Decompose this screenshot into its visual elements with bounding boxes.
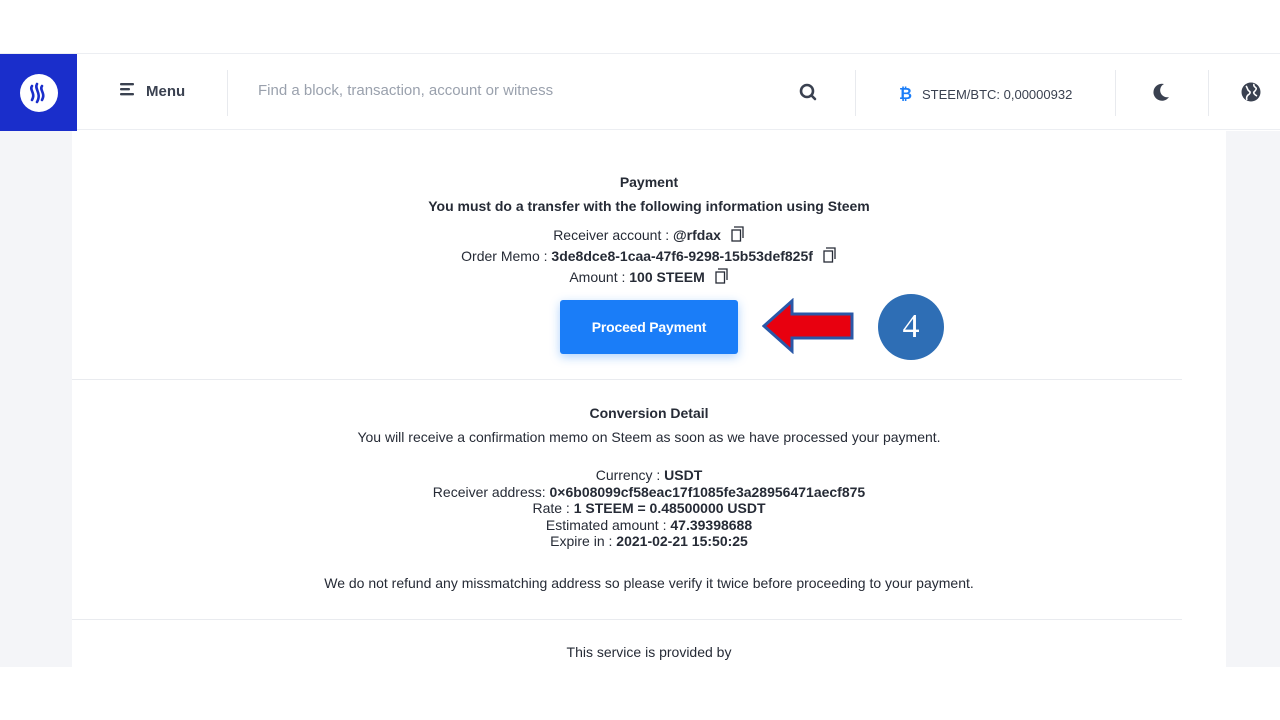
receiver-address-value: 0×6b08099cf58eac17f1085fe3a28956471aecf8… <box>549 483 866 500</box>
rate-value: 1 STEEM = 0.48500000 USDT <box>573 500 766 516</box>
estimated-amount-row: Estimated amount : 47.39398688 <box>72 517 1226 534</box>
navbar-divider <box>855 70 856 116</box>
provided-by-text: This service is provided by <box>566 644 732 660</box>
price-label: STEEM/BTC: 0,00000932 <box>922 87 1073 102</box>
refund-warning: We do not refund any missmatching addres… <box>324 575 974 591</box>
top-navbar: Menu ₿ STEEM/BTC: 0,00000932 <box>0 53 1280 131</box>
section-divider <box>72 379 1182 380</box>
navbar-divider <box>1115 70 1116 116</box>
bitcoin-icon: ₿ <box>898 84 912 105</box>
search-icon[interactable] <box>798 82 818 107</box>
order-memo-value: 3de8dce8-1caa-47f6-9298-15b53def825f <box>551 248 813 264</box>
expire-label: Expire in : <box>550 533 617 549</box>
menu-lines-icon <box>120 82 136 100</box>
payment-instruction: You must do a transfer with the followin… <box>428 198 870 214</box>
step-number-badge: 4 <box>878 294 944 360</box>
currency-label: Currency : <box>595 467 665 483</box>
section-divider <box>72 619 1182 620</box>
copy-icon[interactable] <box>823 247 837 266</box>
conversion-title: Conversion Detail <box>589 405 709 421</box>
svg-text:₿: ₿ <box>899 84 912 102</box>
order-memo-row: Order Memo : 3de8dce8-1caa-47f6-9298-15b… <box>72 247 1226 266</box>
receiver-address-row: Receiver address: 0×6b08099cf58eac17f108… <box>72 484 1226 501</box>
menu-button[interactable]: Menu <box>120 82 185 100</box>
copy-icon[interactable] <box>714 268 729 287</box>
receiver-account-row: Receiver account : @rfdax <box>72 226 1226 245</box>
menu-label: Menu <box>146 82 186 100</box>
steem-logo[interactable] <box>0 54 77 131</box>
receiver-address-label: Receiver address: <box>432 483 550 500</box>
receiver-account-label: Receiver account : <box>553 227 674 243</box>
page-background-left <box>0 131 72 667</box>
price-ticker: ₿ STEEM/BTC: 0,00000932 <box>898 84 1072 105</box>
copy-icon[interactable] <box>731 226 745 245</box>
payment-title: Payment <box>619 174 679 190</box>
expire-row: Expire in : 2021-02-21 15:50:25 <box>72 533 1226 550</box>
expire-value: 2021-02-21 15:50:25 <box>616 533 748 549</box>
amount-row: Amount : 100 STEEM <box>72 268 1226 287</box>
amount-value: 100 STEEM <box>629 269 705 285</box>
search-input[interactable] <box>258 82 778 99</box>
conversion-note: You will receive a confirmation memo on … <box>357 429 941 445</box>
currency-value: USDT <box>664 467 703 483</box>
receiver-account-value: @rfdax <box>673 227 721 243</box>
rate-row: Rate : 1 STEEM = 0.48500000 USDT <box>72 500 1226 517</box>
navbar-divider <box>1208 70 1209 116</box>
proceed-payment-button[interactable]: Proceed Payment <box>560 300 738 354</box>
order-memo-label: Order Memo : <box>461 248 552 264</box>
conversion-details: Currency : USDT Receiver address: 0×6b08… <box>72 467 1226 550</box>
globe-icon[interactable] <box>1240 81 1262 108</box>
red-arrow-annotation <box>762 298 854 354</box>
rate-label: Rate : <box>532 500 574 516</box>
steem-logo-icon <box>19 73 58 112</box>
currency-row: Currency : USDT <box>72 467 1226 484</box>
moon-icon[interactable] <box>1150 81 1172 108</box>
amount-label: Amount : <box>569 269 630 285</box>
estimated-amount-label: Estimated amount : <box>545 516 671 533</box>
navbar-divider <box>227 70 228 116</box>
estimated-amount-value: 47.39398688 <box>670 516 753 533</box>
page-background-right <box>1226 131 1280 667</box>
